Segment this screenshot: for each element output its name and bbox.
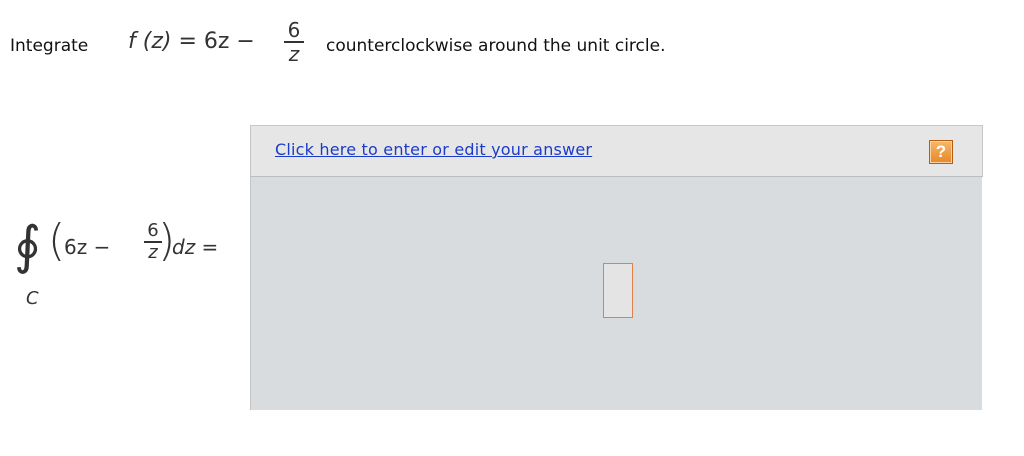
fraction-numerator: 6: [287, 18, 301, 42]
open-paren: (: [48, 215, 66, 266]
function-definition: f (z) = 6z −: [128, 29, 255, 54]
answer-input-field[interactable]: [603, 263, 633, 318]
integrand-start: 6z −: [64, 235, 111, 259]
help-button[interactable]: ?: [929, 140, 953, 164]
answer-panel: Click here to enter or edit your answer …: [250, 125, 983, 410]
question-mark-icon: ?: [935, 142, 947, 161]
differential: d: [172, 235, 185, 259]
integral-sign: ∮: [14, 216, 42, 276]
question-prefix: Integrate: [10, 36, 89, 56]
function-lhs: f (z): [128, 29, 172, 54]
integral-tail: dz =: [172, 235, 218, 259]
fraction-denominator: z: [288, 41, 300, 66]
function-fraction: 6 z: [284, 20, 304, 64]
function-eq: = 6z −: [171, 29, 255, 54]
integral-equals: =: [195, 235, 219, 259]
integration-variable: z: [184, 235, 196, 259]
contour-integral: ∮ C ( 6z − 6 z ) dz =: [8, 210, 238, 320]
question-line: Integrate f (z) = 6z − 6 z counterclockw…: [10, 20, 1010, 70]
question-suffix: counterclockwise around the unit circle.: [326, 36, 666, 56]
answer-header: Click here to enter or edit your answer …: [251, 125, 983, 177]
enter-answer-link[interactable]: Click here to enter or edit your answer: [275, 140, 592, 159]
integral-contour-label: C: [26, 288, 39, 309]
